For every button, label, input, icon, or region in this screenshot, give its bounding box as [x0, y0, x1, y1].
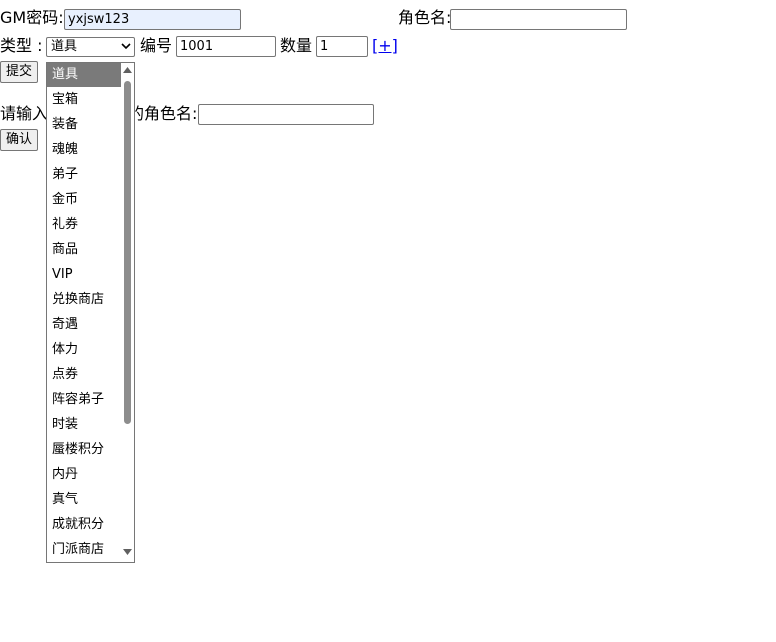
- dropdown-option[interactable]: 道具: [47, 63, 122, 87]
- gm-password-input[interactable]: [64, 9, 241, 30]
- role-name-input-2[interactable]: [198, 104, 374, 125]
- submit-button[interactable]: 提交: [0, 61, 39, 83]
- dropdown-option[interactable]: 时装: [47, 413, 122, 437]
- dropdown-option[interactable]: 点券: [47, 363, 122, 387]
- chevron-down-icon: [121, 39, 131, 59]
- role-prompt-label-end: 的角色名:: [128, 104, 198, 123]
- type-label: 类型 :: [0, 36, 43, 55]
- dropdown-option[interactable]: 礼券: [47, 213, 122, 237]
- dropdown-option[interactable]: 装备: [47, 113, 122, 137]
- dropdown-option[interactable]: VIP: [47, 263, 122, 287]
- dropdown-option[interactable]: 兑换商店: [47, 288, 122, 312]
- dropdown-option[interactable]: 商品: [47, 238, 122, 262]
- dropdown-option[interactable]: 成就积分: [47, 513, 122, 537]
- role-name-label: 角色名:: [398, 8, 452, 27]
- scrollbar-thumb[interactable]: [124, 81, 131, 424]
- type-select-value: 道具: [51, 39, 78, 54]
- item-id-input[interactable]: [176, 36, 276, 57]
- quantity-input[interactable]: [316, 36, 368, 57]
- quantity-label: 数量: [280, 36, 313, 55]
- dropdown-option[interactable]: 宝箱: [47, 88, 122, 112]
- gm-password-label: GM密码:: [0, 8, 64, 27]
- type-dropdown-list[interactable]: 道具 宝箱 装备 魂魄 弟子 金币 礼券 商品 VIP 兑换商店 奇遇 体力 点…: [46, 62, 135, 563]
- dropdown-option[interactable]: 金币: [47, 188, 122, 212]
- dropdown-option[interactable]: 体力: [47, 338, 122, 362]
- dropdown-option[interactable]: 门派商店: [47, 538, 122, 562]
- dropdown-option[interactable]: 内丹: [47, 463, 122, 487]
- scroll-down-icon[interactable]: [122, 548, 133, 557]
- dropdown-option[interactable]: 蜃楼积分: [47, 438, 122, 462]
- dropdown-option[interactable]: 阵容弟子: [47, 388, 122, 412]
- dropdown-option[interactable]: 真气: [47, 488, 122, 512]
- dropdown-option[interactable]: 魂魄: [47, 138, 122, 162]
- role-prompt-label-start: 请输入: [0, 104, 49, 123]
- confirm-button[interactable]: 确认: [0, 129, 39, 151]
- add-row-link[interactable]: [+]: [372, 36, 398, 56]
- scroll-up-icon[interactable]: [122, 66, 133, 75]
- dropdown-option[interactable]: 弟子: [47, 163, 122, 187]
- dropdown-option[interactable]: 奇遇: [47, 313, 122, 337]
- type-select[interactable]: 道具: [46, 37, 135, 57]
- dropdown-scrollbar[interactable]: [121, 63, 134, 562]
- item-id-label: 编号: [140, 36, 173, 55]
- role-name-input[interactable]: [450, 9, 627, 30]
